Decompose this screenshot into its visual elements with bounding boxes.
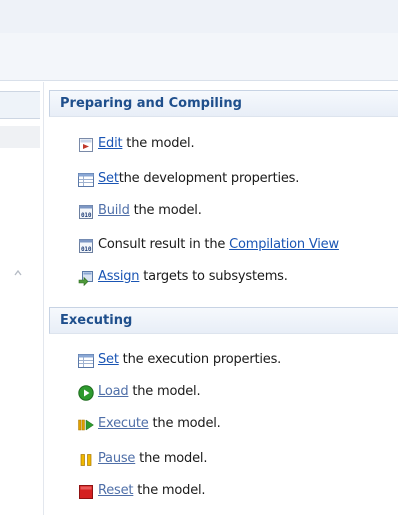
build-link[interactable]: Build	[98, 203, 130, 218]
section-header-executing[interactable]: Executing	[49, 307, 398, 334]
item-suffix: the model.	[128, 384, 201, 399]
pause-link[interactable]: Pause	[98, 451, 135, 466]
item-suffix: the model.	[122, 136, 195, 151]
item-suffix: the model.	[129, 203, 202, 218]
svg-text:010: 010	[81, 246, 92, 253]
reset-link[interactable]: Reset	[98, 483, 134, 498]
item-suffix: targets to subsystems.	[139, 269, 288, 284]
execute-icon	[78, 417, 94, 433]
item-suffix: the execution properties.	[118, 352, 282, 367]
set-development-link[interactable]: Set	[98, 171, 119, 186]
build-binary-icon: 010	[78, 238, 94, 254]
collapse-caret-icon[interactable]	[13, 268, 23, 278]
compilation-view-link[interactable]: Compilation View	[229, 237, 339, 252]
set-execution-link[interactable]: Set	[98, 352, 119, 367]
edit-model-icon	[78, 137, 94, 153]
pause-icon	[78, 452, 94, 468]
item-suffix: the development properties.	[118, 171, 300, 186]
section-title: Executing	[60, 313, 133, 328]
load-link[interactable]: Load	[98, 384, 129, 399]
execute-link[interactable]: Execute	[98, 416, 149, 431]
item-prefix: Consult result in the	[98, 237, 230, 252]
section-header-preparing[interactable]: Preparing and Compiling	[49, 90, 398, 117]
left-pane-header	[0, 91, 40, 119]
load-play-icon	[78, 385, 94, 401]
left-pane	[0, 82, 44, 515]
toolbar-area	[0, 33, 398, 81]
window-title-band	[0, 0, 398, 33]
section-title: Preparing and Compiling	[60, 96, 242, 111]
properties-table-icon	[78, 353, 94, 369]
left-pane-selected-row[interactable]	[0, 126, 40, 148]
item-suffix: the model.	[133, 483, 206, 498]
svg-text:010: 010	[81, 212, 92, 219]
item-suffix: the model.	[135, 451, 208, 466]
pane-divider	[43, 82, 44, 515]
item-suffix: the model.	[148, 416, 221, 431]
reset-stop-icon	[78, 484, 94, 500]
assign-targets-icon	[78, 270, 94, 287]
assign-link[interactable]: Assign	[98, 269, 140, 284]
edit-link[interactable]: Edit	[98, 136, 123, 151]
build-binary-icon: 010	[78, 204, 94, 220]
properties-table-icon	[78, 172, 94, 188]
